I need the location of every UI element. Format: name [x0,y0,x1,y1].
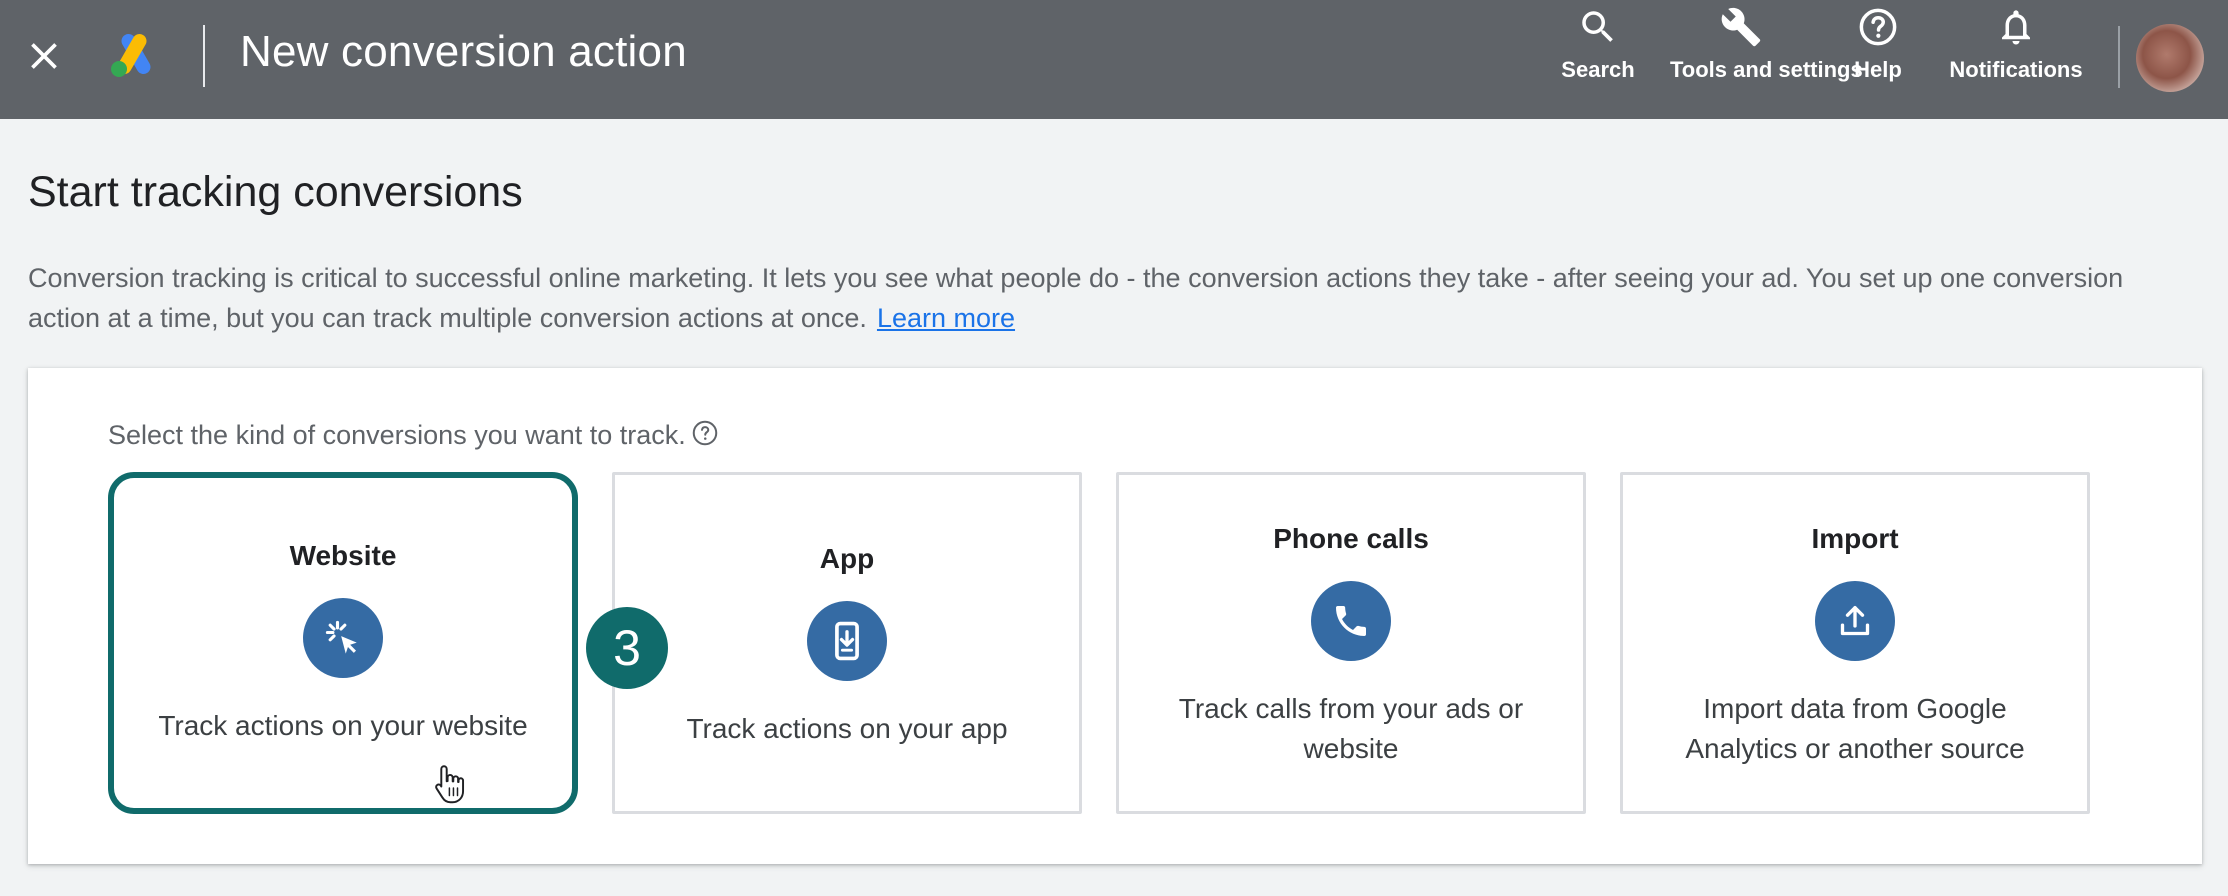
option-import[interactable]: Import Import data from Google Analytics… [1620,472,2090,814]
page-title: New conversion action [240,27,687,76]
intro-text: Conversion tracking is critical to succe… [28,258,2188,338]
top-app-bar: New conversion action Search Tools and s… [0,0,2228,119]
select-prompt-text: Select the kind of conversions you want … [108,420,686,450]
help-icon [1859,8,1897,46]
option-phone-calls[interactable]: Phone calls Track calls from your ads or… [1116,472,1586,814]
google-ads-logo-icon[interactable] [108,30,160,80]
phone-download-icon [807,601,887,681]
help-label: Help [1854,57,1902,82]
help-button[interactable]: Help [1838,6,1918,84]
section-heading: Start tracking conversions [28,168,523,216]
tools-label: Tools and settings [1670,57,1863,82]
tools-and-settings-button[interactable]: Tools and settings [1670,6,1863,84]
phone-call-icon [1311,581,1391,661]
learn-more-link[interactable]: Learn more [877,303,1015,333]
option-title: Website [289,540,397,571]
search-icon [1582,11,1613,42]
step-number-badge: 3 [586,607,668,689]
header-divider [203,25,205,87]
option-title: App [819,543,875,574]
option-website[interactable]: Website Track actions on your website [108,472,578,814]
option-description: Track calls from your ads or website [1178,693,1524,764]
search-button[interactable]: Search [1545,6,1651,84]
conversion-type-panel: Select the kind of conversions you want … [28,368,2202,864]
option-title: Phone calls [1273,523,1429,554]
intro-body: Conversion tracking is critical to succe… [28,263,2124,333]
search-label: Search [1561,57,1635,82]
option-app[interactable]: App Track actions on your app [612,472,1082,814]
upload-icon [1815,581,1895,661]
wrench-icon [1721,7,1761,47]
option-description: Import data from Google Analytics or ano… [1685,693,2025,764]
option-description: Track actions on your app [686,713,1008,744]
account-divider [2118,26,2120,88]
close-icon[interactable] [22,34,66,78]
cursor-click-icon [303,598,383,678]
notifications-label: Notifications [1949,57,2083,82]
help-outline-icon[interactable] [690,418,720,448]
option-title: Import [1811,523,1899,554]
option-description: Track actions on your website [158,710,528,741]
avatar[interactable] [2136,24,2204,92]
notifications-button[interactable]: Notifications [1936,6,2096,84]
select-prompt: Select the kind of conversions you want … [108,420,720,451]
bell-icon [2002,10,2030,45]
hand-pointer-icon [435,765,465,804]
